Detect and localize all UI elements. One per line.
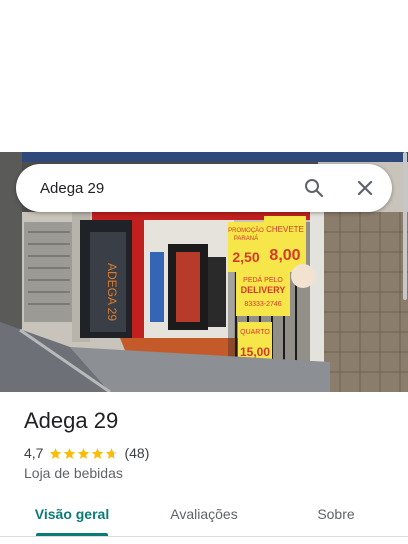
sign-delivery-phone: 83333-2746 — [244, 301, 281, 308]
star-icon — [50, 447, 62, 459]
sign-misc-price: 15,00 — [240, 345, 270, 359]
rating-row[interactable]: 4,7 (48) — [24, 444, 149, 462]
search-box — [16, 164, 392, 212]
tab-about[interactable]: Sobre — [282, 496, 390, 536]
sign-promo-price: 2,50 — [232, 249, 259, 265]
sign-delivery-line1: PEDÁ PELO — [243, 275, 283, 284]
scrollbar-thumb[interactable] — [403, 152, 407, 300]
search-icon — [305, 179, 324, 198]
sign-delivery-line2: DELIVERY — [241, 285, 286, 295]
tabs-divider — [0, 536, 408, 537]
star-icon — [78, 447, 90, 459]
sign-misc-label: QUARTO — [240, 329, 270, 336]
tab-reviews[interactable]: Avaliações — [150, 496, 258, 536]
review-count: (48) — [124, 445, 150, 461]
close-button[interactable] — [349, 172, 381, 204]
star-half-icon — [106, 447, 118, 459]
close-icon — [357, 180, 373, 196]
place-title: Adega 29 — [24, 408, 119, 433]
search-button[interactable] — [298, 172, 330, 204]
sign-beer-label: CHEVETE — [266, 225, 304, 234]
place-category[interactable]: Loja de bebidas — [24, 465, 123, 481]
rating-stars — [49, 447, 119, 460]
star-icon — [92, 447, 104, 459]
sign-beer-price: 8,00 — [269, 247, 300, 264]
tab-bar: Visão geral Avaliações Sobre — [0, 496, 408, 536]
sign-promo-line1: PROMOÇÃO — [228, 227, 264, 234]
rating-value: 4,7 — [24, 445, 44, 461]
sign-promo-line2: PARANÁ — [234, 235, 258, 242]
tab-overview[interactable]: Visão geral — [18, 496, 126, 536]
banner-text: ADEGA 29 — [105, 263, 119, 321]
star-icon — [64, 447, 76, 459]
search-input[interactable] — [40, 164, 290, 212]
